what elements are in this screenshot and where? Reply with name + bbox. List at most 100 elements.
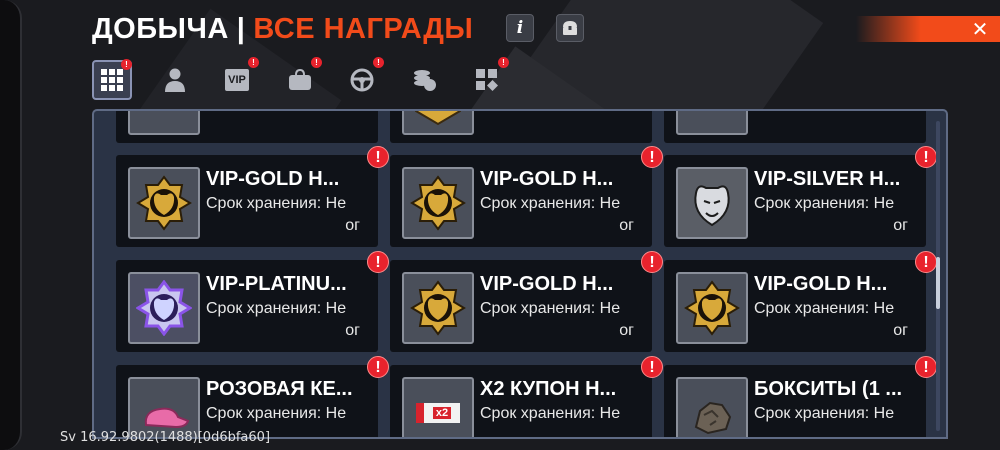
item-name: VIP-GOLD Н... <box>480 168 614 190</box>
new-badge: ! <box>915 146 937 168</box>
item-name: X2 КУПОН Н... <box>480 378 617 400</box>
item-description: Срок хранения: Не ог <box>480 193 648 237</box>
item-storage-label: Срок хранения: Не <box>480 405 621 422</box>
reward-card[interactable]: VIP-GOLD Н... Срок хранения: Не ог ! <box>664 251 937 352</box>
item-description: Срок хранения: Не <box>480 403 648 425</box>
reward-card[interactable]: VIP-GOLD Н... Срок хранения: Не ог ! <box>390 146 663 247</box>
item-duration: ог <box>754 109 922 111</box>
tab-other[interactable]: ! <box>467 57 509 100</box>
gold-bear-badge-icon <box>415 111 461 126</box>
item-name: VIP-SILVER Н... <box>754 168 901 190</box>
item-storage-label: Срок хранения: Не <box>754 405 895 422</box>
gold-bear-badge-icon <box>684 280 740 336</box>
reward-card[interactable]: VIP-GOLD Н... Срок хранения: Не ог ! <box>116 146 389 247</box>
item-description: Срок хранения: Не ог <box>754 193 922 237</box>
tab-character[interactable] <box>155 60 195 100</box>
tab-currency[interactable] <box>405 60 445 100</box>
reward-card[interactable]: VIP-PLATINU... Срок хранения: Не ог ! <box>116 251 389 352</box>
reward-card[interactable]: БОКСИТЫ (1 ... Срок хранения: Не ! <box>664 356 937 437</box>
item-thumbnail <box>676 377 748 437</box>
item-thumbnail <box>402 167 474 239</box>
tab-all[interactable]: ! <box>92 59 132 100</box>
scrollbar-thumb[interactable] <box>936 257 940 309</box>
rewards-panel[interactable]: ог ог ог VIP-GOLD Н... Срок хранения: Не… <box>92 109 948 439</box>
item-name: VIP-PLATINU... <box>206 273 347 295</box>
tab-badge: ! <box>311 57 322 68</box>
tab-badge: ! <box>498 57 509 68</box>
coins-icon <box>414 70 436 91</box>
header-title: ДОБЫЧА | ВСЕ НАГРАДЫ <box>92 12 473 46</box>
version-label: Sv 16.92.9802(1488)[0d6bfa60] <box>60 430 271 445</box>
item-duration: ог <box>206 109 374 111</box>
item-description: Срок хранения: Не <box>754 403 922 425</box>
item-duration: ог <box>893 322 908 339</box>
grid-icon <box>101 69 123 91</box>
new-badge: ! <box>915 356 937 378</box>
new-badge: ! <box>641 146 663 168</box>
item-storage-label: Срок хранения: Не <box>754 300 895 317</box>
tab-vip[interactable]: VIP ! <box>217 57 259 100</box>
chest-icon <box>563 21 577 35</box>
gold-bear-badge-icon <box>410 280 466 336</box>
person-icon <box>165 68 185 92</box>
new-badge: ! <box>367 356 389 378</box>
item-thumbnail <box>128 111 200 135</box>
item-thumbnail <box>676 272 748 344</box>
reward-card[interactable]: VIP-GOLD Н... Срок хранения: Не ог ! <box>390 251 663 352</box>
item-name: РОЗОВАЯ КЕ... <box>206 378 353 400</box>
chest-button[interactable] <box>556 14 584 42</box>
item-description: Срок хранения: Не ог <box>206 193 374 237</box>
item-thumbnail <box>676 167 748 239</box>
item-duration: ог <box>345 217 360 234</box>
new-badge: ! <box>367 146 389 168</box>
silver-bear-badge-icon <box>694 185 730 227</box>
x2-coupon-icon: x2 <box>416 403 460 423</box>
item-storage-label: Срок хранения: Не <box>206 300 347 317</box>
new-badge: ! <box>915 251 937 273</box>
item-name: VIP-GOLD Н... <box>754 273 888 295</box>
close-icon: ✕ <box>971 17 989 41</box>
info-button[interactable]: i <box>506 14 534 42</box>
item-thumbnail <box>402 272 474 344</box>
item-description: Срок хранения: Не <box>206 403 374 425</box>
item-thumbnail <box>128 167 200 239</box>
tab-badge: ! <box>373 57 384 68</box>
item-thumbnail <box>676 111 748 135</box>
reward-card-partial[interactable]: ог <box>664 109 926 143</box>
close-button[interactable]: ✕ <box>856 16 1000 42</box>
reward-card[interactable]: x2 X2 КУПОН Н... Срок хранения: Не ! <box>390 356 663 437</box>
item-description: Срок хранения: Не ог <box>754 298 922 342</box>
steering-wheel-icon <box>350 68 374 92</box>
reward-card[interactable]: РОЗОВАЯ КЕ... Срок хранения: Не ! <box>116 356 389 437</box>
item-name: БОКСИТЫ (1 ... <box>754 378 903 400</box>
bag-icon <box>289 69 311 90</box>
platinum-bear-badge-icon <box>136 280 192 336</box>
tab-accessories[interactable]: ! <box>280 57 322 100</box>
bauxite-ore-icon <box>694 401 732 435</box>
device-edge <box>0 0 22 450</box>
item-name: VIP-GOLD Н... <box>206 168 340 190</box>
tab-badge: ! <box>248 57 259 68</box>
item-duration: ог <box>619 217 634 234</box>
item-thumbnail <box>128 272 200 344</box>
item-description: Срок хранения: Не ог <box>206 298 374 342</box>
new-badge: ! <box>641 356 663 378</box>
title-main: ДОБЫЧА <box>92 12 229 45</box>
title-accent: ВСЕ НАГРАДЫ <box>253 12 474 45</box>
title-separator: | <box>236 12 246 45</box>
shapes-icon <box>476 69 498 91</box>
info-icon: i <box>516 18 524 38</box>
item-name: VIP-GOLD Н... <box>480 273 614 295</box>
new-badge: ! <box>367 251 389 273</box>
item-storage-label: Срок хранения: Не <box>206 405 347 422</box>
vip-icon: VIP <box>225 69 249 91</box>
reward-card[interactable]: VIP-SILVER Н... Срок хранения: Не ог ! <box>664 146 937 247</box>
tab-vehicles[interactable]: ! <box>342 57 384 100</box>
reward-card-partial[interactable]: ог <box>116 109 378 143</box>
item-storage-label: Срок хранения: Не <box>206 195 347 212</box>
item-storage-label: Срок хранения: Не <box>480 195 621 212</box>
new-badge: ! <box>641 251 663 273</box>
reward-card-partial[interactable]: ог <box>390 111 652 143</box>
gold-bear-badge-icon <box>136 175 192 231</box>
tab-badge: ! <box>121 59 132 70</box>
